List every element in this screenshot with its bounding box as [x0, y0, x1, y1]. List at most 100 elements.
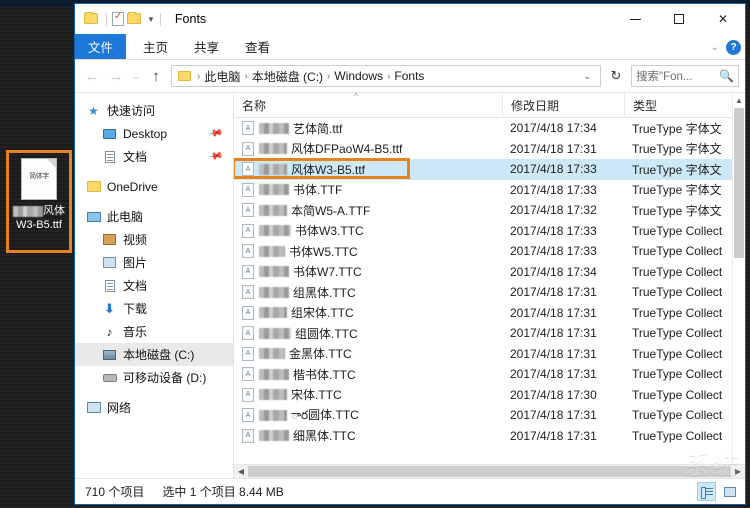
- up-button[interactable]: ↑: [145, 68, 167, 85]
- sidebar-item-onedrive[interactable]: OneDrive: [75, 175, 233, 198]
- sidebar-item-desktop[interactable]: Desktop 📌: [75, 122, 233, 145]
- table-row[interactable]: A 艺体简.ttf 2017/4/18 17:34 TrueType 字体文: [234, 118, 745, 139]
- table-row[interactable]: A 组宋体.TTC 2017/4/18 17:31 TrueType Collect: [234, 303, 745, 324]
- removable-drive-icon: [101, 373, 118, 382]
- sidebar-item-local-disk-c[interactable]: 本地磁盘 (C:): [75, 343, 233, 366]
- file-name-cell[interactable]: A 细黑体.TTC: [234, 427, 502, 444]
- refresh-button[interactable]: ↻: [607, 68, 625, 84]
- scroll-right-icon[interactable]: ▶: [731, 467, 745, 476]
- divider: [159, 12, 161, 26]
- sidebar-item-documents[interactable]: 文档 📌: [75, 145, 233, 168]
- horizontal-scrollbar[interactable]: ◀ ▶: [234, 464, 745, 478]
- file-name-cell[interactable]: A 组宋体.TTC: [234, 304, 502, 321]
- breadcrumb-local-disk[interactable]: 本地磁盘 (C:): [252, 68, 323, 85]
- column-header-date-modified[interactable]: 修改日期: [502, 92, 624, 118]
- breadcrumb-fonts[interactable]: Fonts: [394, 69, 424, 83]
- table-row[interactable]: A 宋体.TTC 2017/4/18 17:30 TrueType Collect: [234, 385, 745, 406]
- breadcrumb-dropdown-icon[interactable]: ⌄: [578, 71, 596, 82]
- file-name-cell[interactable]: A 组圆体.TTC: [234, 325, 502, 342]
- file-name-cell[interactable]: A 书体W5.TTC: [234, 243, 502, 260]
- scrollbar-thumb-horizontal[interactable]: [248, 466, 731, 477]
- scroll-up-icon[interactable]: ▲: [733, 93, 745, 107]
- sidebar-item-downloads[interactable]: ⬇ 下载: [75, 297, 233, 320]
- file-name-cell[interactable]: A 风体W3-B5.ttf: [234, 161, 502, 178]
- file-name-cell[interactable]: A 书体.TTF: [234, 181, 502, 198]
- breadcrumb-windows[interactable]: Windows: [334, 69, 383, 83]
- table-row[interactable]: Aార圆体.TTC 2017/4/18 17:31 TrueType Collect: [234, 405, 745, 426]
- file-rows[interactable]: A 艺体简.ttf 2017/4/18 17:34 TrueType 字体文 A 风体DF…: [234, 118, 745, 464]
- window-controls: ✕: [613, 4, 745, 34]
- file-name-cell[interactable]: A 组黑体.TTC: [234, 284, 502, 301]
- sidebar-item-pictures[interactable]: 图片: [75, 251, 233, 274]
- file-name-text: 本简W5-A.TTF: [259, 202, 370, 219]
- file-name-cell[interactable]: A 风体DFPaoW4-B5.ttf: [234, 140, 502, 157]
- maximize-button[interactable]: [657, 4, 701, 34]
- table-row[interactable]: A 本简W5-A.TTF 2017/4/18 17:32 TrueType 字体文: [234, 200, 745, 221]
- tab-view[interactable]: 查看: [232, 34, 283, 59]
- tab-file[interactable]: 文件: [75, 34, 127, 59]
- tab-share[interactable]: 共享: [181, 34, 232, 59]
- file-name-cell[interactable]: A 书体W7.TTC: [234, 263, 502, 280]
- column-header-type[interactable]: 类型: [624, 92, 745, 118]
- sidebar-item-removable-d[interactable]: 可移动设备 (D:): [75, 366, 233, 389]
- network-icon: [85, 402, 102, 413]
- expand-ribbon-chevron-icon[interactable]: ⌄: [711, 42, 719, 53]
- table-row[interactable]: A 组圆体.TTC 2017/4/18 17:31 TrueType Collect: [234, 323, 745, 344]
- table-row[interactable]: A 组黑体.TTC 2017/4/18 17:31 TrueType Collect: [234, 282, 745, 303]
- chevron-down-icon[interactable]: ▼: [147, 15, 155, 24]
- sidebar-item-quick-access[interactable]: ★ 快速访问: [75, 99, 233, 122]
- back-button[interactable]: ←: [81, 68, 103, 85]
- tab-home[interactable]: 主页: [130, 34, 181, 59]
- navigation-pane[interactable]: ★ 快速访问 Desktop 📌 文档 📌 OneDrive 此电脑 视频 图片…: [75, 93, 233, 478]
- desktop-font-file-icon[interactable]: 简体字 风体 W3-B5.ttf: [6, 150, 72, 253]
- sidebar-item-this-pc[interactable]: 此电脑: [75, 205, 233, 228]
- breadcrumb[interactable]: › 此电脑 › 本地磁盘 (C:) › Windows › Fonts ⌄: [171, 65, 601, 87]
- document-icon: [101, 150, 118, 163]
- sidebar-item-network[interactable]: 网络: [75, 396, 233, 419]
- table-row[interactable]: A 书体W3.TTC 2017/4/18 17:33 TrueType Collect: [234, 221, 745, 242]
- search-input[interactable]: 搜索"Fon... 🔍: [631, 65, 739, 87]
- table-row[interactable]: A 楷书体.TTC 2017/4/18 17:31 TrueType Collect: [234, 364, 745, 385]
- redaction-blur: [259, 368, 289, 380]
- pin-icon[interactable]: 📌: [207, 125, 224, 141]
- sidebar-item-label: 网络: [107, 401, 132, 415]
- vertical-scrollbar[interactable]: ▲ ▼: [732, 93, 745, 478]
- new-folder-icon[interactable]: [127, 12, 141, 25]
- file-name-cell[interactable]: A 艺体简.ttf: [234, 120, 502, 137]
- sidebar-item-videos[interactable]: 视频: [75, 228, 233, 251]
- column-header-name[interactable]: 名称 ^: [234, 91, 502, 118]
- redaction-blur: [13, 205, 43, 217]
- file-type-cell: TrueType Collect: [632, 244, 723, 259]
- forward-button[interactable]: →: [105, 68, 127, 85]
- details-view-icon[interactable]: [697, 482, 716, 501]
- sidebar-item-music[interactable]: ♪ 音乐: [75, 320, 233, 343]
- table-row[interactable]: A 书体W5.TTC 2017/4/18 17:33 TrueType Collect: [234, 241, 745, 262]
- scrollbar-thumb[interactable]: [734, 108, 744, 258]
- close-button[interactable]: ✕: [701, 4, 745, 34]
- file-name-cell[interactable]: A 书体W3.TTC: [234, 222, 502, 239]
- properties-icon[interactable]: [112, 11, 124, 26]
- file-name-cell[interactable]: A 宋体.TTC: [234, 386, 502, 403]
- table-row[interactable]: A 书体.TTF 2017/4/18 17:33 TrueType 字体文: [234, 180, 745, 201]
- table-row[interactable]: A 金黑体.TTC 2017/4/18 17:31 TrueType Collect: [234, 344, 745, 365]
- file-name-cell[interactable]: A 金黑体.TTC: [234, 345, 502, 362]
- help-button[interactable]: ?: [726, 39, 741, 55]
- minimize-button[interactable]: [613, 4, 657, 34]
- file-name-visible: 书体.TTF: [293, 183, 343, 198]
- table-row[interactable]: A 风体W3-B5.ttf 2017/4/18 17:33 TrueType 字体文: [234, 159, 745, 180]
- sidebar-item-documents-pc[interactable]: 文档: [75, 274, 233, 297]
- recent-locations-icon[interactable]: ⌄: [129, 71, 143, 82]
- desktop-icon: [101, 128, 118, 139]
- breadcrumb-this-pc[interactable]: 此电脑: [204, 68, 240, 85]
- file-name-cell[interactable]: Aార圆体.TTC: [234, 406, 502, 425]
- file-name-cell[interactable]: A 本简W5-A.TTF: [234, 202, 502, 219]
- table-row[interactable]: A 细黑体.TTC 2017/4/18 17:31 TrueType Collect: [234, 426, 745, 447]
- pin-icon[interactable]: 📌: [207, 148, 224, 164]
- large-icons-view-icon[interactable]: [720, 482, 739, 501]
- scroll-left-icon[interactable]: ◀: [234, 467, 248, 476]
- table-row[interactable]: A 书体W7.TTC 2017/4/18 17:34 TrueType Collect: [234, 262, 745, 283]
- table-row[interactable]: A 风体DFPaoW4-B5.ttf 2017/4/18 17:31 TrueType…: [234, 139, 745, 160]
- file-name-cell[interactable]: A 楷书体.TTC: [234, 366, 502, 383]
- onedrive-folder-icon: [85, 181, 102, 192]
- quick-access-folder-icon[interactable]: [84, 12, 98, 25]
